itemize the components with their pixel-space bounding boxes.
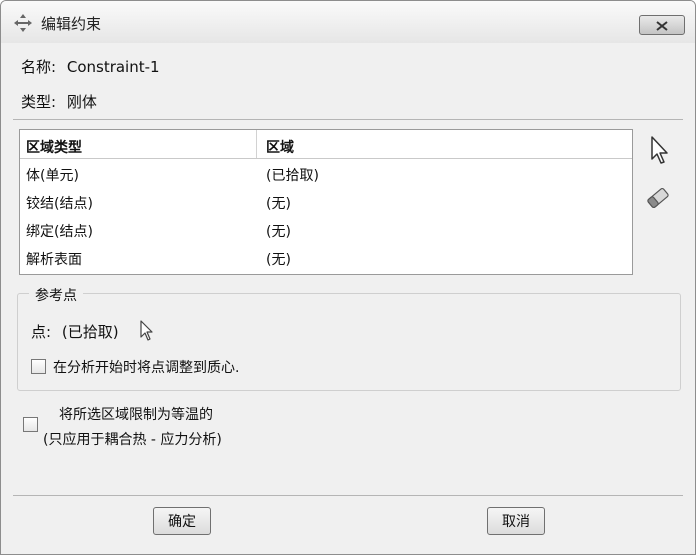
type-label: 类型: [21,93,57,111]
dialog-title: 编辑约束 [41,15,102,33]
type-row: 类型: 刚体 [21,91,97,112]
separator-top [13,119,683,120]
isothermal-label-line2: (只应用于耦合热 - 应力分析) [43,432,222,448]
ok-button[interactable]: 确定 [153,507,211,535]
region-table: 区域类型 区域 体(单元) (已拾取) 铰结(结点) (无) 绑定(结点) (无… [19,129,633,275]
type-value: 刚体 [66,93,97,111]
point-value: (已拾取) [61,323,119,341]
name-row: 名称: Constraint-1 [21,56,160,77]
close-button[interactable] [639,15,685,35]
separator-bottom [13,495,683,496]
name-label: 名称: [21,58,57,76]
adjust-to-centroid-label: 在分析开始时将点调整到质心. [53,360,240,376]
column-header-region: 区域 [266,140,294,156]
cancel-button[interactable]: 取消 [487,507,545,535]
table-row[interactable]: 体(单元) (已拾取) [20,160,632,188]
point-label: 点: [31,323,52,341]
reference-point-row: 点: (已拾取) [31,321,119,342]
edit-constraint-dialog: 编辑约束 名称: Constraint-1 类型: 刚体 区域类型 区域 体(单… [0,0,696,555]
isothermal-label-line1: 将所选区域限制为等温的 [59,407,213,423]
region-type-cell: 体(单元) [26,168,79,184]
column-header-region-type: 区域类型 [26,140,82,156]
title-bar[interactable]: 编辑约束 [1,1,695,43]
region-cell: (无) [266,252,291,268]
crosshair-move-icon [13,13,33,33]
adjust-to-centroid-checkbox[interactable] [31,359,46,374]
reference-point-group-title: 参考点 [29,285,83,305]
region-cell: (无) [266,224,291,240]
eraser-icon[interactable] [645,183,671,213]
name-value: Constraint-1 [66,58,160,76]
close-icon [655,16,669,35]
pick-point-arrow-icon[interactable] [137,319,157,343]
region-type-cell: 绑定(结点) [26,224,93,240]
region-cell: (无) [266,196,291,212]
column-divider [256,130,257,158]
table-row[interactable]: 铰结(结点) (无) [20,188,632,216]
region-type-cell: 铰结(结点) [26,196,93,212]
isothermal-checkbox[interactable] [23,417,38,432]
region-cell: (已拾取) [266,168,319,184]
table-row[interactable]: 解析表面 (无) [20,244,632,272]
table-row[interactable]: 绑定(结点) (无) [20,216,632,244]
table-header: 区域类型 区域 [20,130,632,159]
select-arrow-icon[interactable] [647,135,673,165]
region-type-cell: 解析表面 [26,252,82,268]
